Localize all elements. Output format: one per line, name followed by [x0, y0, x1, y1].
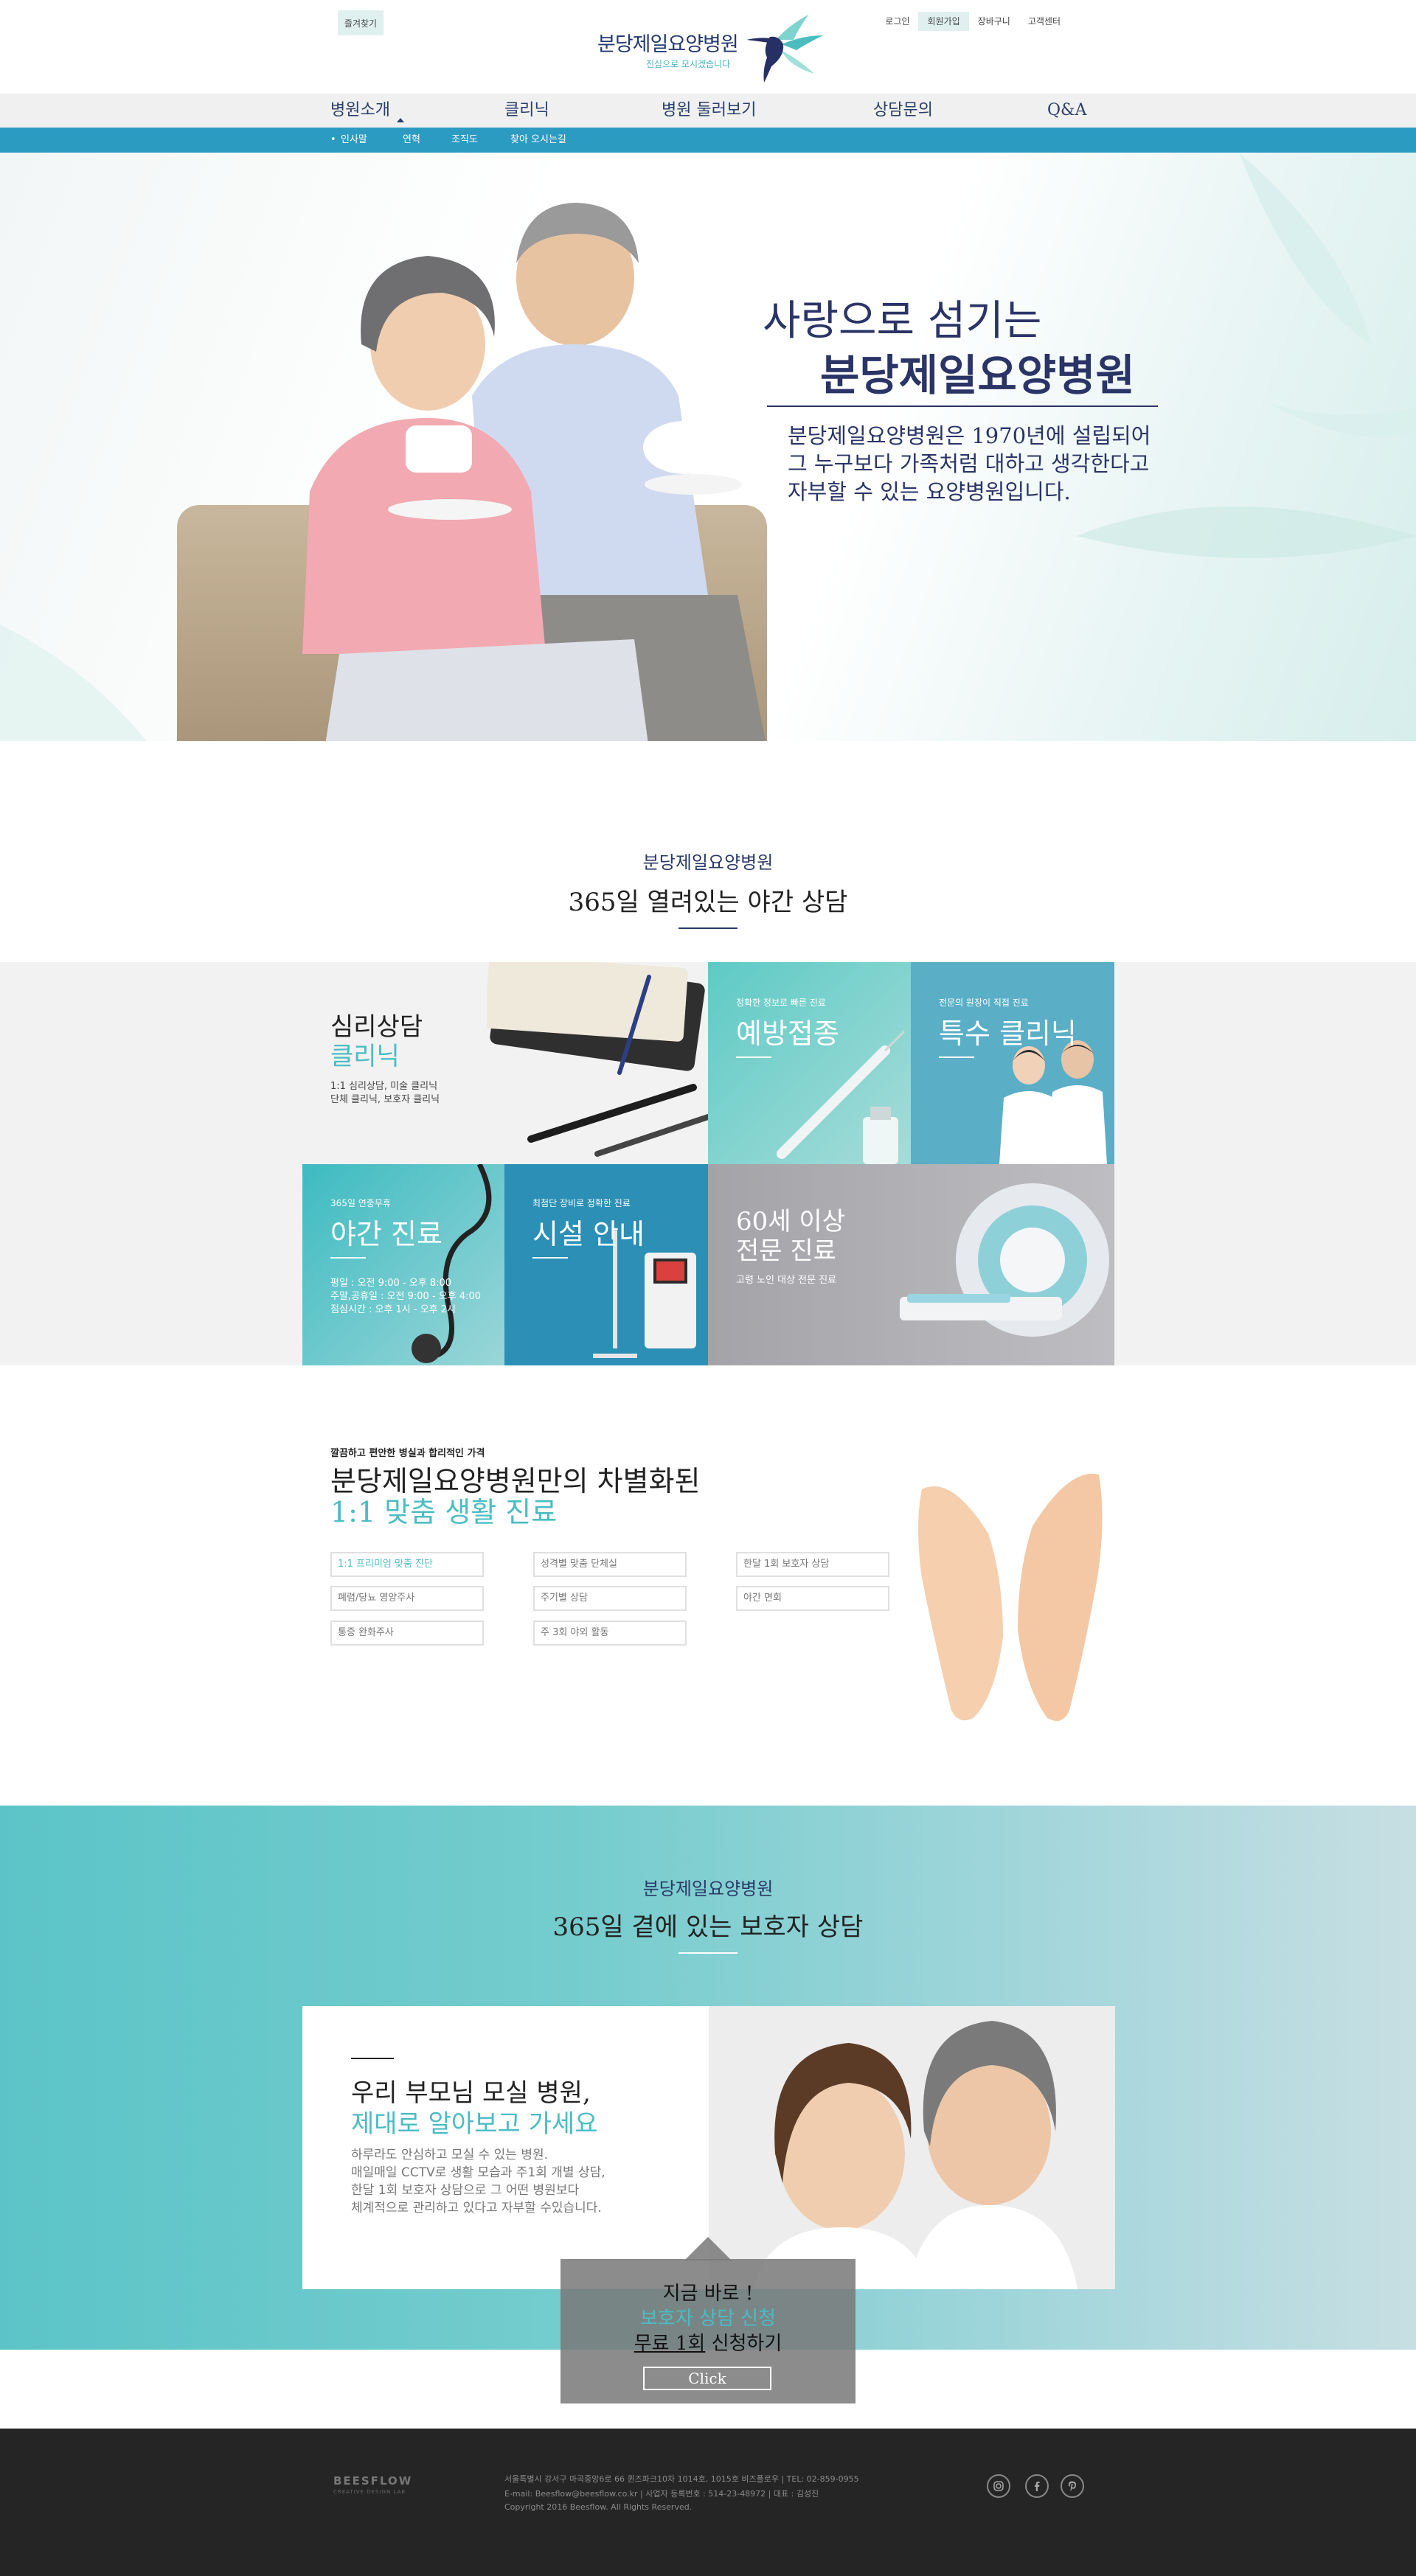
sub-nav-greeting[interactable]: 인사말	[341, 128, 367, 153]
night-section-title: 365일 열려있는 야간 상담	[568, 888, 848, 917]
nav-item-clinic[interactable]: 클리닉	[504, 94, 549, 128]
guardian-section-title: 365일 곁에 있는 보호자 상담	[552, 1912, 864, 1942]
special-clinic-title: 특수 클리닉	[939, 1017, 1077, 1050]
doctors-photo	[999, 1040, 1107, 1164]
facility-title: 시설 안내	[532, 1218, 645, 1250]
footer: BEESFLOW CREATIVE DESIGN LAB 서울특별시 강서구 마…	[0, 2429, 1416, 2576]
tile-special-clinic[interactable]: 전문의 원장이 직접 진료 특수 클리닉	[911, 962, 1114, 1164]
psych-desc2: 단체 클리닉, 보호자 클리닉	[330, 1094, 440, 1105]
instagram-icon[interactable]	[987, 2474, 1010, 2498]
logo-subtitle: 진심으로 모시겠습니다	[646, 59, 731, 69]
special-clinic-small: 전문의 원장이 직접 진료	[939, 998, 1029, 1008]
nav-item-tour[interactable]: 병원 둘러보기	[662, 94, 756, 128]
open-hands-photo	[918, 1473, 1103, 1722]
card-accent-line	[351, 2058, 394, 2059]
guardian-section-divider	[678, 1952, 738, 1954]
sub-nav-bar	[0, 128, 1416, 153]
facility-small: 최첨단 장비로 정확한 진료	[532, 1198, 631, 1208]
cta-free-once: 무료 1회	[634, 2333, 706, 2355]
night-section-divider	[678, 927, 738, 929]
custom-section-small: 깔끔하고 편안한 병실과 합리적인 가격	[330, 1448, 485, 1459]
senior-title2: 전문 진료	[736, 1236, 836, 1266]
facebook-icon[interactable]	[1025, 2474, 1049, 2498]
vaccination-line	[736, 1056, 771, 1058]
cta-line1: 지금 바로 !	[662, 2283, 754, 2305]
night-clinic-line	[330, 1257, 366, 1259]
special-clinic-line	[939, 1056, 974, 1058]
night-section-small: 분당제일요양병원	[642, 852, 774, 873]
elderly-couple-photo	[302, 203, 766, 741]
guardian-section-small: 분당제일요양병원	[642, 1879, 774, 1899]
night-clinic-small: 365일 연중무휴	[330, 1198, 391, 1208]
logo[interactable]: 분당제일요양병원 진심으로 모시겠습니다	[596, 10, 825, 84]
bookmark-button[interactable]: 즐겨찾기	[338, 10, 384, 35]
tag-personality-room[interactable]: 성격별 맞춤 단체실	[533, 1552, 687, 1577]
mri-machine-photo	[900, 1183, 1109, 1337]
vaccination-small: 정확한 정보로 빠른 진료	[736, 998, 826, 1008]
footer-copyright: Copyright 2016 Beesflow. All Rights Rese…	[504, 2502, 693, 2512]
hero-title-line1: 사랑으로 섬기는	[763, 297, 1042, 345]
tag-nutrition-injection[interactable]: 폐렴/당뇨 영양주사	[330, 1586, 484, 1611]
cta-apply: 신청하기	[705, 2333, 782, 2355]
tile-night-clinic[interactable]: 365일 연중무휴 야간 진료 평일 : 오전 9:00 - 오후 8:00 주…	[302, 1164, 504, 1365]
notebook-pens-photo	[487, 962, 708, 1157]
nav-item-consult[interactable]: 상담문의	[873, 94, 933, 128]
mother-daughter-photo	[709, 2006, 1115, 2289]
custom-section-title2: 1:1 맞춤 생활 진료	[330, 1496, 558, 1528]
nav-item-qna[interactable]: Q&A	[1047, 94, 1087, 128]
senior-desc: 고령 노인 대상 전문 진료	[736, 1275, 837, 1286]
night-clinic-title: 야간 진료	[330, 1218, 442, 1250]
customer-center-link[interactable]: 고객센터	[1019, 12, 1069, 31]
cta-box: 지금 바로 ! 보호자 상담 신청 무료 1회 신청하기 Click	[560, 2259, 856, 2403]
tag-pain-relief[interactable]: 통증 완화주사	[330, 1621, 484, 1646]
cart-link[interactable]: 장바구니	[969, 12, 1019, 31]
hummingbird-icon	[746, 15, 823, 83]
nav-active-caret	[397, 118, 404, 122]
card-title2: 제대로 알아보고 가세요	[351, 2109, 598, 2139]
tag-monthly-guardian[interactable]: 한달 1회 보호자 상담	[736, 1552, 889, 1577]
hero-description: 분당제일요양병원은 1970년에 설립되어 그 누구보다 가족처럼 대하고 생각…	[788, 423, 1151, 504]
sub-nav-bullet: •	[330, 134, 336, 145]
footer-email: E-mail: Beesflow@beesflow.co.kr | 사업자 등록…	[504, 2489, 819, 2499]
hero-divider	[767, 405, 1158, 407]
card-description: 하루라도 안심하고 모실 수 있는 병원. 매일매일 CCTV로 생활 모습과 …	[351, 2148, 605, 2215]
sub-nav-organization[interactable]: 조직도	[451, 128, 478, 153]
pinterest-icon[interactable]	[1061, 2474, 1084, 2498]
psych-desc1: 1:1 심리상담, 미술 클리닉	[330, 1081, 438, 1092]
sub-nav-history[interactable]: 연혁	[403, 128, 420, 153]
tag-periodic-consult[interactable]: 주기별 상담	[533, 1586, 687, 1611]
night-clinic-hours2: 주말,공휴일 : 오전 9:00 - 오후 4:00	[330, 1291, 482, 1302]
vaccination-title: 예방접종	[736, 1017, 839, 1050]
footer-address: 서울특별시 강서구 마곡중앙6로 66 퀸즈파크10차 1014호, 1015호…	[504, 2474, 859, 2484]
night-clinic-hours3: 점심시간 : 오후 1시 - 오후 2시	[330, 1304, 457, 1315]
tile-senior-care[interactable]: 60세 이상 전문 진료 고령 노인 대상 전문 진료	[708, 1164, 1114, 1365]
tag-premium-diagnosis[interactable]: 1:1 프리미엄 맞춤 진단	[330, 1552, 484, 1577]
footer-brand: BEESFLOW	[333, 2474, 413, 2488]
footer-brand-sub: CREATIVE DESIGN LAB	[333, 2489, 406, 2495]
hero-title-line2: 분당제일요양병원	[820, 350, 1135, 400]
tag-outdoor-activity[interactable]: 주 3회 야외 활동	[533, 1621, 687, 1646]
cta-line2: 보호자 상담 신청	[640, 2308, 776, 2330]
stethoscope-photo	[412, 1164, 492, 1363]
tag-night-visit[interactable]: 야간 면회	[736, 1586, 889, 1611]
nav-item-about[interactable]: 병원소개	[330, 94, 390, 128]
facility-line	[532, 1257, 568, 1259]
sub-nav-directions[interactable]: 찾아 오시는길	[510, 128, 566, 153]
cta-click-button[interactable]: Click	[643, 2367, 771, 2390]
cta-line3: 무료 1회 신청하기	[560, 2328, 856, 2356]
logo-title: 분당제일요양병원	[597, 33, 739, 56]
tile-vaccination[interactable]: 정확한 정보로 빠른 진료 예방접종	[708, 962, 911, 1164]
psych-title2: 클리닉	[330, 1042, 400, 1071]
hero-banner: 사랑으로 섬기는 분당제일요양병원 분당제일요양병원은 1970년에 설립되어 …	[0, 153, 1416, 741]
signup-link[interactable]: 회원가입	[918, 12, 969, 31]
night-clinic-hours1: 평일 : 오전 9:00 - 오후 8:00	[330, 1278, 452, 1289]
cta-notch	[684, 2237, 732, 2260]
tile-psych-clinic[interactable]: 심리상담 클리닉 1:1 심리상담, 미술 클리닉 단체 클리닉, 보호자 클리…	[302, 962, 708, 1164]
login-link[interactable]: 로그인	[876, 12, 918, 31]
tile-facility[interactable]: 최첨단 장비로 정확한 진료 시설 안내	[504, 1164, 708, 1365]
top-links: 로그인 회원가입 장바구니 고객센터	[876, 12, 1069, 31]
